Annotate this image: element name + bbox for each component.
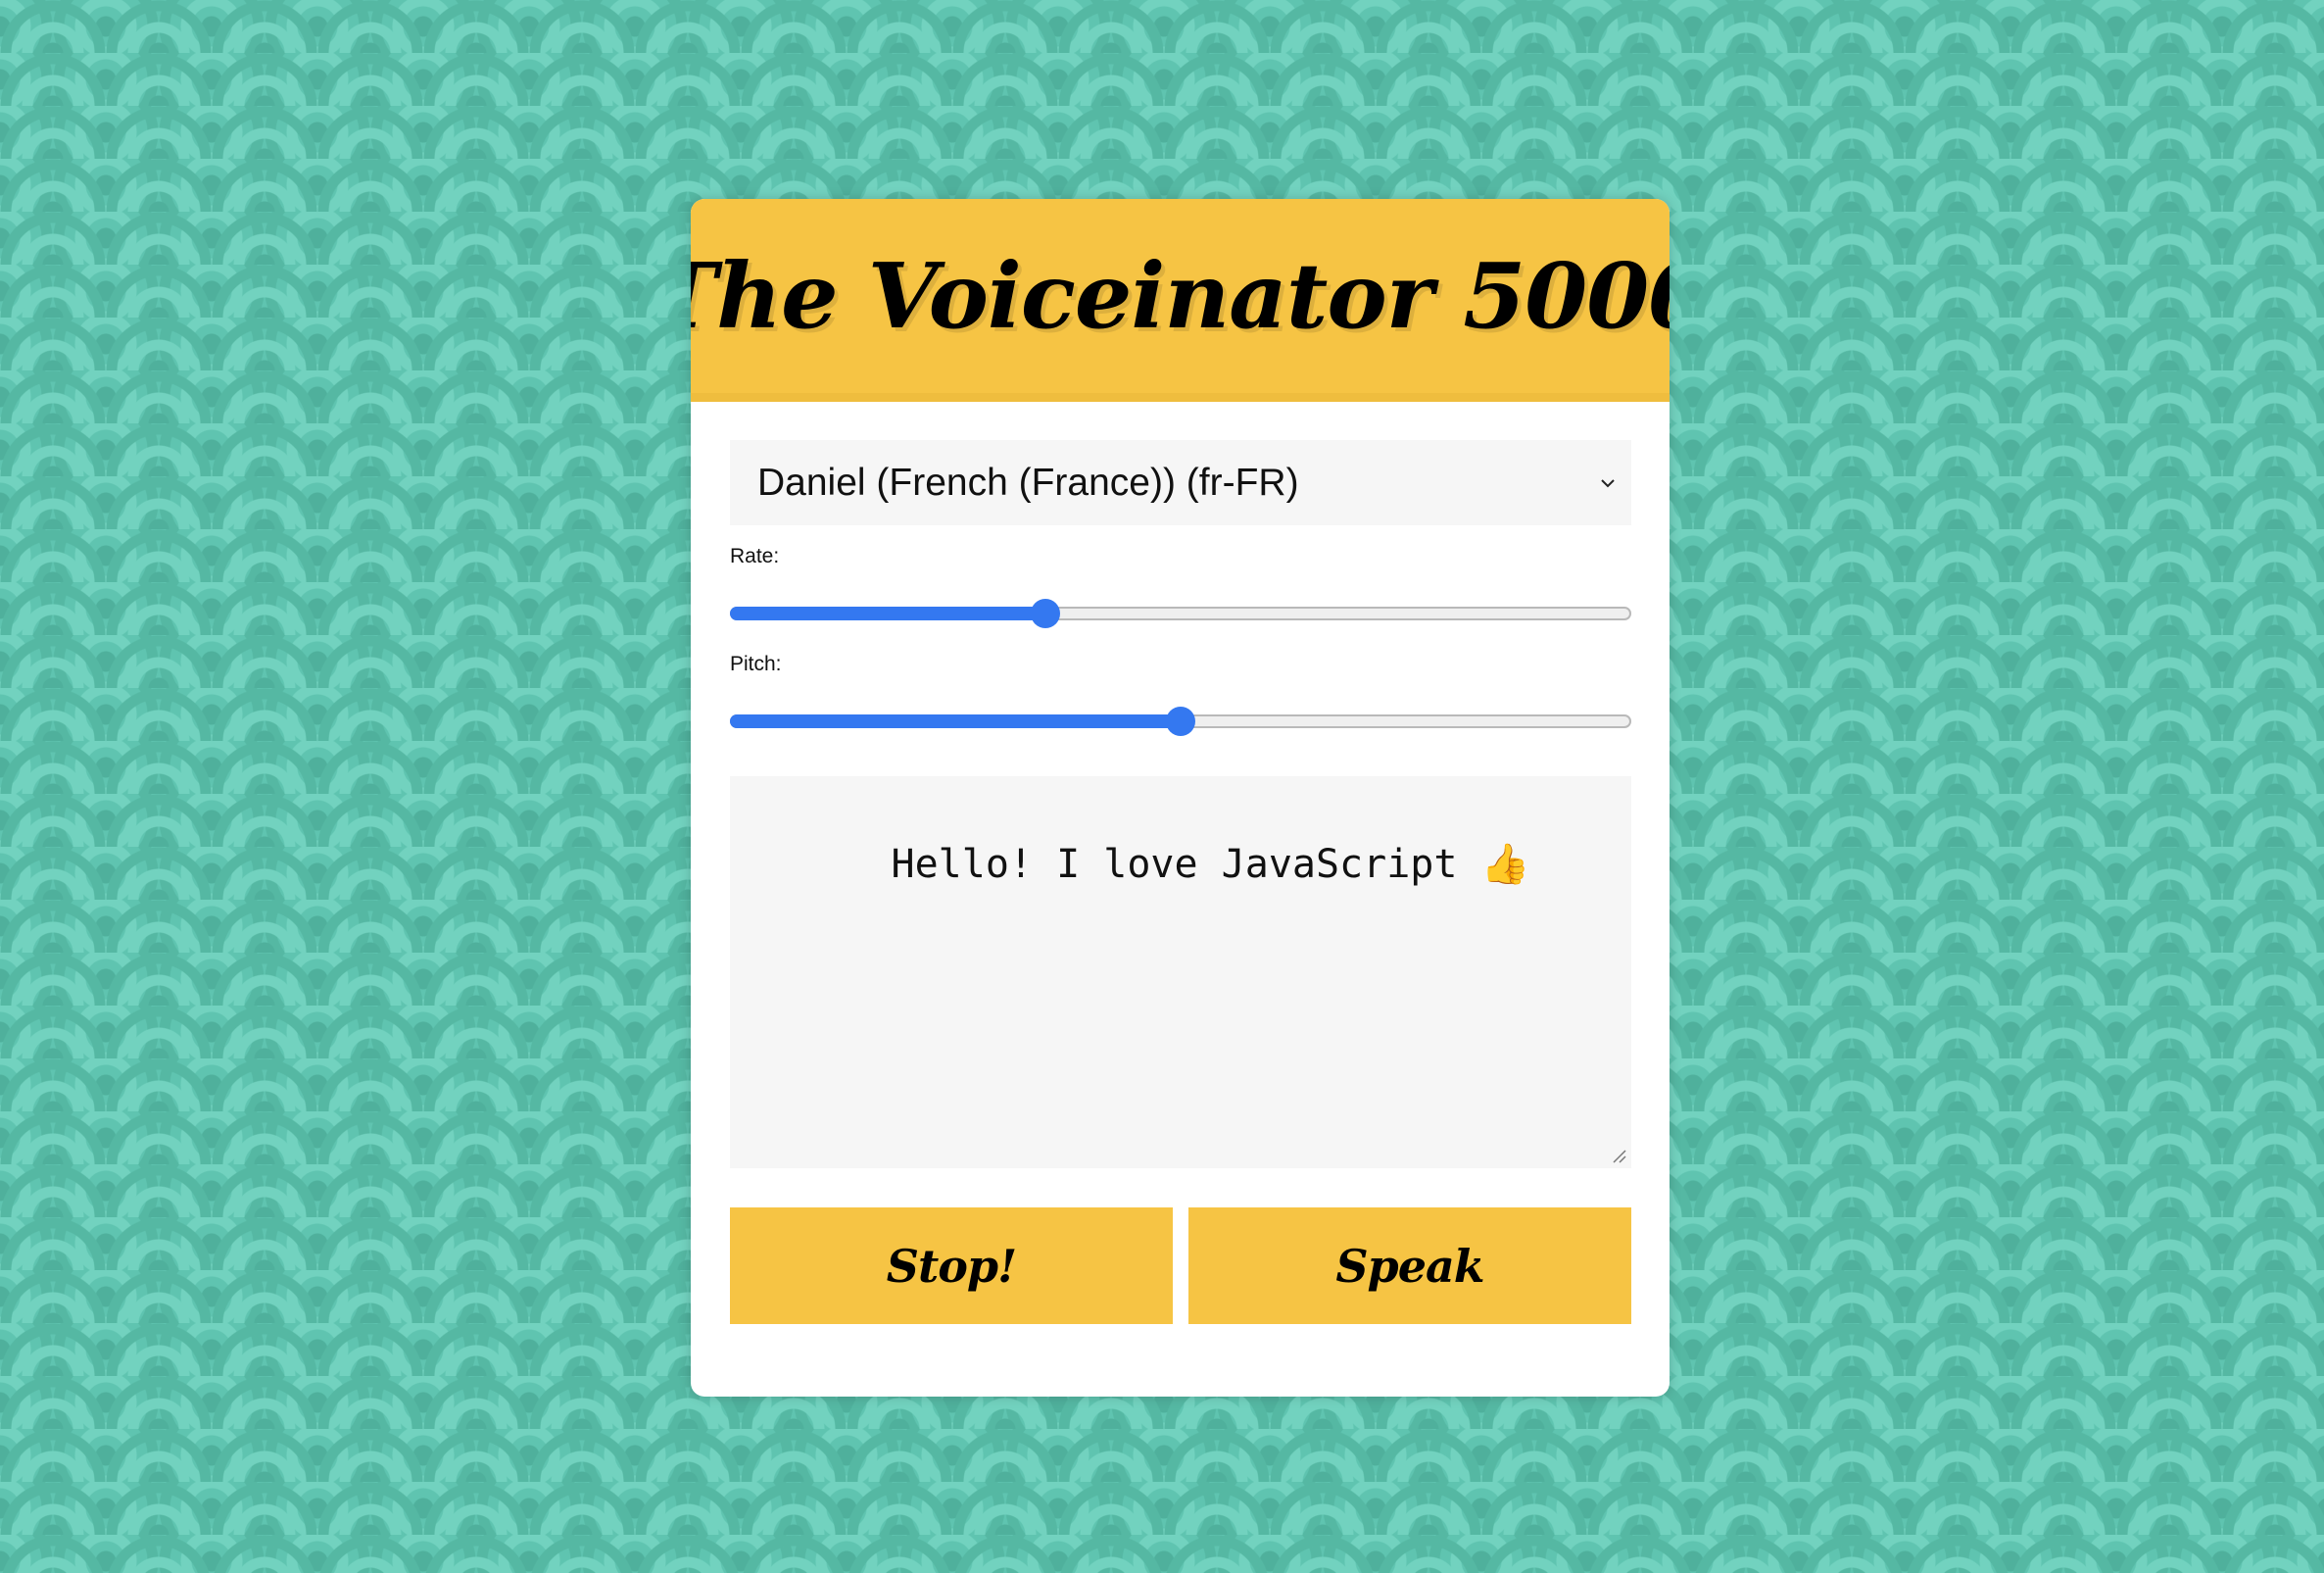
pitch-slider-fill bbox=[730, 714, 1181, 728]
pitch-slider-thumb[interactable] bbox=[1166, 707, 1195, 736]
rate-slider[interactable] bbox=[730, 594, 1631, 633]
button-row: Stop! Speak bbox=[730, 1207, 1631, 1324]
resize-grip-icon[interactable] bbox=[1610, 1147, 1627, 1164]
voice-select-value: Daniel (French (France)) (fr-FR) bbox=[757, 461, 1299, 504]
controls: Daniel (French (France)) (fr-FR) Rate: P… bbox=[691, 402, 1670, 1324]
pitch-label: Pitch: bbox=[730, 653, 782, 675]
voice-select[interactable]: Daniel (French (France)) (fr-FR) bbox=[730, 440, 1631, 525]
pitch-slider[interactable] bbox=[730, 702, 1631, 741]
rate-slider-fill bbox=[730, 607, 1045, 620]
rate-slider-thumb[interactable] bbox=[1031, 599, 1060, 628]
stop-button[interactable]: Stop! bbox=[730, 1207, 1173, 1324]
rate-label: Rate: bbox=[730, 545, 780, 567]
page-title: The Voiceinator 5000 bbox=[691, 243, 1670, 349]
header: The Voiceinator 5000 bbox=[691, 199, 1670, 402]
voiceinator-card: The Voiceinator 5000 Daniel (French (Fra… bbox=[691, 199, 1670, 1397]
message-text: Hello! I love JavaScript 👍 bbox=[891, 842, 1530, 887]
speak-button[interactable]: Speak bbox=[1188, 1207, 1631, 1324]
chevron-down-icon bbox=[1601, 478, 1615, 487]
message-textarea[interactable]: Hello! I love JavaScript 👍 bbox=[730, 776, 1631, 1168]
